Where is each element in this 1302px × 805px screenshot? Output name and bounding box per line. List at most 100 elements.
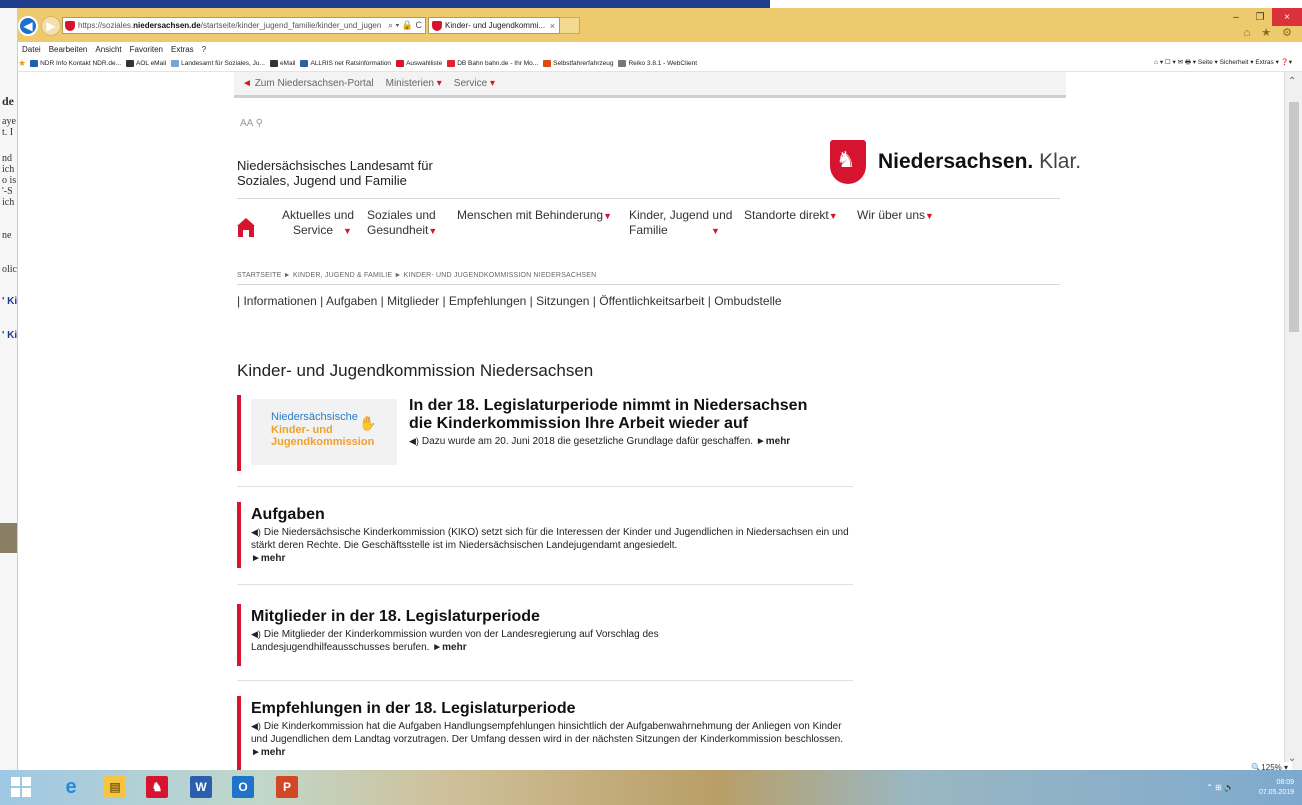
teaser-text: Dazu wurde am 20. Juni 2018 die gesetzli… bbox=[421, 436, 754, 447]
favicon-icon bbox=[300, 60, 309, 67]
section-subnav[interactable]: | Informationen | Aufgaben | Mitglieder … bbox=[237, 294, 782, 308]
niedersachsen-brand-logo[interactable]: ♞ Niedersachsen. Klar. bbox=[830, 140, 1081, 184]
niedersachsen-shield-icon[interactable]: ♞ bbox=[146, 776, 168, 798]
arrow-left-icon: ◀ bbox=[23, 19, 33, 33]
main-navigation: Aktuelles und Service ▼ Soziales und Gesun… bbox=[237, 208, 1060, 258]
command-bar[interactable]: ⌂ ▾ ☐ ▾ ✉ 🖶 ▾ Seite ▾ Sicherheit ▾ Extra… bbox=[1154, 58, 1292, 69]
tab-close-icon[interactable]: × bbox=[550, 21, 555, 31]
ministerien-menu[interactable]: Ministerien ▾ bbox=[386, 78, 442, 89]
bg-link-fragment[interactable]: ' Ki bbox=[2, 330, 17, 341]
teaser-aufgaben[interactable]: Aufgaben ◀︎) Die Niedersächsische Kinderk… bbox=[237, 502, 853, 568]
windows-taskbar: e ▤ ♞ W O P ⌃ ⊞ 🔈 08:09 07.05.2019 bbox=[0, 770, 1302, 805]
web-page: ◄ Zum Niedersachsen-Portal Ministerien ▾… bbox=[18, 72, 1284, 770]
more-link[interactable]: ►mehr bbox=[432, 642, 466, 653]
divider bbox=[237, 584, 853, 585]
speaker-icon[interactable]: ◀︎) bbox=[409, 436, 419, 446]
nav-wir-ueber-uns[interactable]: Wir über uns▼ bbox=[857, 208, 934, 224]
breadcrumb[interactable]: STARTSEITE ► KINDER, JUGEND & FAMILIE ► … bbox=[237, 272, 596, 279]
favorite-link[interactable]: ALLRIS net Ratsinformation bbox=[300, 60, 391, 67]
nav-standorte-direkt[interactable]: Standorte direkt▼ bbox=[744, 208, 838, 224]
service-menu[interactable]: Service ▾ bbox=[454, 78, 495, 89]
favorite-link[interactable]: Auswahlliste bbox=[396, 60, 442, 67]
menu-extras[interactable]: Extras bbox=[171, 45, 194, 54]
teaser-title[interactable]: Mitglieder in der 18. Legislaturperiode bbox=[251, 608, 751, 626]
divider bbox=[237, 680, 853, 681]
portal-link[interactable]: ◄ Zum Niedersachsen-Portal bbox=[242, 78, 374, 89]
system-tray-icons[interactable]: ⌃ ⊞ 🔈 bbox=[1206, 783, 1234, 792]
menu-favoriten[interactable]: Favoriten bbox=[130, 45, 163, 54]
more-link[interactable]: ►mehr bbox=[251, 747, 285, 758]
teaser-mitglieder[interactable]: Mitglieder in der 18. Legislaturperiode … bbox=[237, 604, 853, 666]
favicon-icon bbox=[396, 60, 405, 67]
favorite-link[interactable]: Selbstfahrerfahrzeug bbox=[543, 60, 613, 67]
favicon-icon bbox=[618, 60, 627, 67]
forward-button[interactable]: ▶ bbox=[41, 16, 61, 36]
tab-title: Kinder- und Jugendkommi... bbox=[445, 21, 546, 30]
clock-date: 07.05.2019 bbox=[1258, 789, 1294, 796]
bg-text-fragment: t. I bbox=[2, 127, 14, 138]
home-icon[interactable] bbox=[237, 218, 255, 237]
brand-light-text: Klar. bbox=[1039, 150, 1082, 173]
menu-datei[interactable]: Datei bbox=[22, 45, 41, 54]
address-bar[interactable]: https://soziales.niedersachsen.de/starts… bbox=[62, 17, 426, 34]
tab-kinder-jugendkommission[interactable]: Kinder- und Jugendkommi... × bbox=[428, 17, 560, 34]
nav-soziales-gesundheit[interactable]: Soziales und Gesundheit▼ bbox=[367, 208, 437, 239]
chevron-up-icon[interactable]: ⌃ bbox=[1288, 76, 1296, 87]
teaser-kinderkommission[interactable]: Niedersächsische Kinder- und Jugendkommi… bbox=[237, 395, 853, 471]
nav-menschen-mit-behinderung[interactable]: Menschen mit Behinderung▼ bbox=[457, 208, 612, 224]
menu-help[interactable]: ? bbox=[202, 45, 206, 54]
close-button[interactable]: × bbox=[1272, 8, 1302, 26]
accent-bar bbox=[237, 604, 241, 666]
more-link[interactable]: ►mehr bbox=[251, 553, 285, 564]
new-tab-button[interactable] bbox=[560, 17, 580, 34]
favorites-star-icon[interactable]: ★ bbox=[18, 58, 26, 69]
speaker-icon[interactable]: ◀︎) bbox=[251, 721, 261, 731]
speaker-icon[interactable]: ◀︎) bbox=[251, 527, 261, 537]
vertical-scrollbar[interactable]: ⌃ ⌄ bbox=[1284, 72, 1302, 770]
menu-bearbeiten[interactable]: Bearbeiten bbox=[49, 45, 88, 54]
page-title: Kinder- und Jugendkommission Niedersachs… bbox=[237, 361, 594, 380]
hand-icon: ✋ bbox=[359, 415, 377, 431]
home-favorites-settings-icons[interactable]: ⌂ ★ ⚙ bbox=[1244, 26, 1296, 39]
window-controls: – ❐ × bbox=[1224, 8, 1302, 26]
outlook-icon[interactable]: O bbox=[232, 776, 254, 798]
accent-bar bbox=[237, 502, 241, 568]
favorite-link[interactable]: NDR Info Kontakt NDR.de... bbox=[30, 60, 121, 67]
favicon-icon bbox=[126, 60, 134, 67]
clock[interactable]: 08:09 07.05.2019 bbox=[1259, 778, 1294, 798]
favorite-link[interactable]: Reiko 3.8.1 - WebClient bbox=[618, 60, 697, 67]
teaser-empfehlungen[interactable]: Empfehlungen in der 18. Legislaturperiod… bbox=[237, 696, 853, 770]
favicon-icon bbox=[171, 60, 180, 67]
favicon-icon bbox=[269, 60, 278, 67]
menu-ansicht[interactable]: Ansicht bbox=[95, 45, 121, 54]
maximize-button[interactable]: ❐ bbox=[1248, 8, 1272, 26]
favorite-link[interactable]: Landesamt für Soziales, Ju... bbox=[171, 60, 265, 67]
teaser-title[interactable]: Empfehlungen in der 18. Legislaturperiod… bbox=[251, 700, 851, 718]
arrow-right-icon: ▶ bbox=[46, 19, 56, 33]
favorite-link[interactable]: eMail bbox=[269, 60, 295, 67]
scrollbar-thumb[interactable] bbox=[1289, 102, 1299, 332]
speaker-icon[interactable]: ◀︎) bbox=[251, 629, 261, 639]
more-link[interactable]: ►mehr bbox=[756, 436, 790, 447]
favorite-link[interactable]: AOL eMail bbox=[126, 60, 166, 67]
favorite-link[interactable]: DB Bahn bahn.de - Ihr Mo... bbox=[447, 60, 538, 67]
address-actions[interactable]: ⌕ ▾ 🔒 C bbox=[385, 20, 422, 31]
bg-text-fragment: nd bbox=[2, 153, 12, 164]
powerpoint-icon[interactable]: P bbox=[276, 776, 298, 798]
internet-explorer-icon[interactable]: e bbox=[60, 776, 82, 798]
back-button[interactable]: ◀ bbox=[18, 16, 38, 36]
teaser-title[interactable]: Aufgaben bbox=[251, 506, 855, 524]
bg-text-fragment: ich bbox=[2, 197, 15, 208]
teaser-text: Die Kinderkommission hat die Aufgaben Ha… bbox=[251, 721, 844, 745]
nav-kinder-jugend-familie[interactable]: Kinder, Jugend und Familie ▼ bbox=[629, 208, 732, 239]
windows-start-icon[interactable] bbox=[10, 776, 32, 798]
organisation-name[interactable]: Niedersächsisches Landesamt für Soziales… bbox=[237, 158, 537, 188]
bg-link-fragment[interactable]: ' Ki bbox=[2, 296, 17, 307]
teaser-title[interactable]: In der 18. Legislaturperiode nimmt in Ni… bbox=[409, 397, 853, 433]
minimize-button[interactable]: – bbox=[1224, 8, 1248, 26]
font-size-search-tools[interactable]: AA ⚲ bbox=[240, 118, 263, 129]
nav-aktuelles-service[interactable]: Aktuelles und Service ▼ bbox=[282, 208, 354, 239]
file-explorer-icon[interactable]: ▤ bbox=[104, 776, 126, 798]
word-icon[interactable]: W bbox=[190, 776, 212, 798]
divider bbox=[237, 284, 1060, 285]
